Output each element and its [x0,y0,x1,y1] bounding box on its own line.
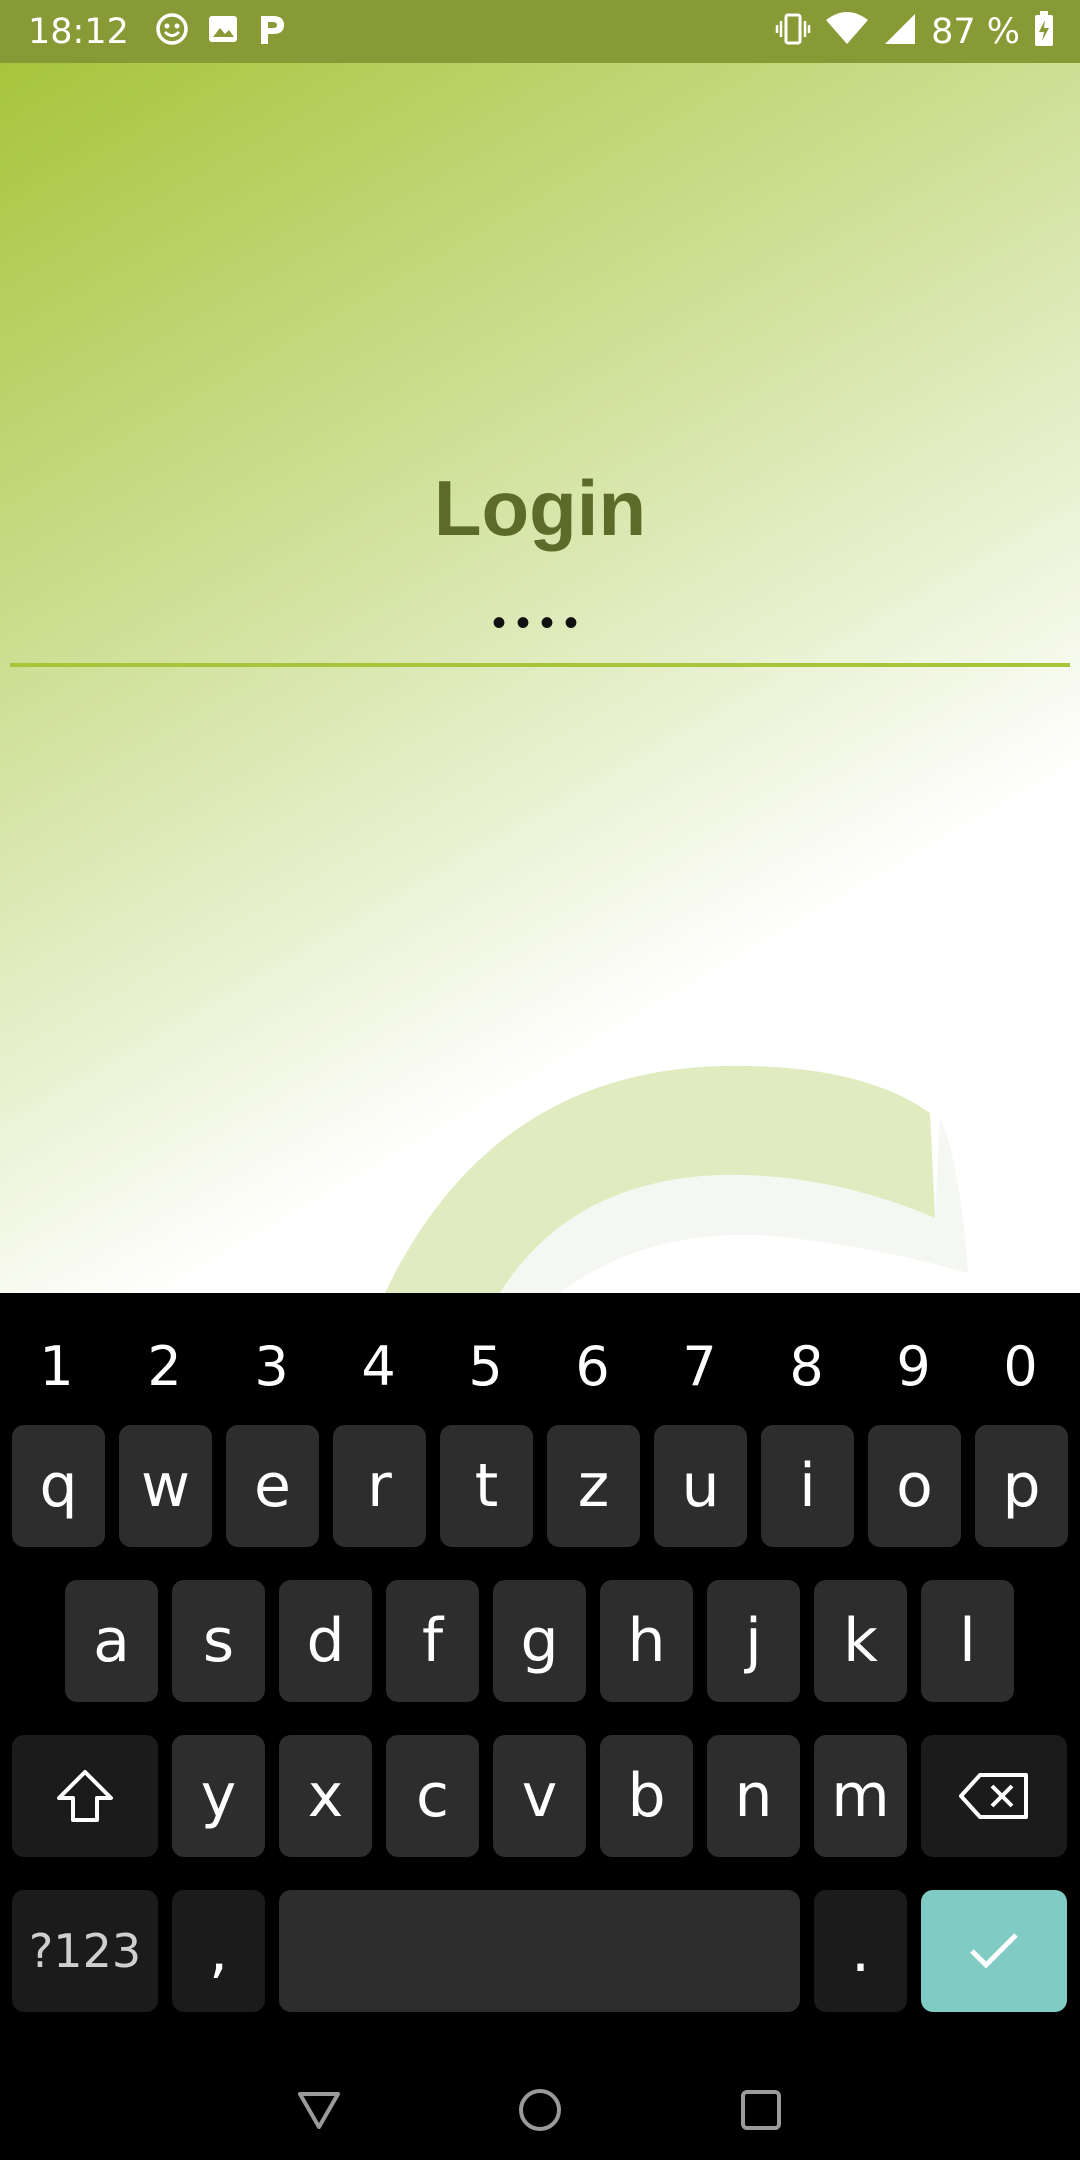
symbols-key[interactable]: ?123 [12,1890,158,2012]
key-v[interactable]: v [493,1735,586,1857]
key-1[interactable]: 1 [3,1321,110,1411]
key-w[interactable]: w [119,1425,212,1547]
key-b[interactable]: b [600,1735,693,1857]
background-arc-decoration [385,1065,968,1293]
shift-key[interactable] [12,1735,158,1857]
keyboard: 1 2 3 4 5 6 7 8 9 0 q w e r t z u i o p … [0,1293,1080,2050]
back-triangle-icon [298,2092,340,2129]
key-2[interactable]: 2 [111,1321,218,1411]
backspace-key[interactable] [921,1735,1067,1857]
key-c[interactable]: c [386,1735,479,1857]
key-g[interactable]: g [493,1580,586,1702]
wifi-icon [825,12,869,51]
key-z[interactable]: z [547,1425,640,1547]
space-key[interactable] [279,1890,800,2012]
key-4[interactable]: 4 [325,1321,432,1411]
key-7[interactable]: 7 [646,1321,753,1411]
key-t[interactable]: t [440,1425,533,1547]
backspace-icon [959,1773,1028,1819]
key-x[interactable]: x [279,1735,372,1857]
back-button[interactable] [279,2070,359,2150]
battery-percent: 87 % [931,11,1020,52]
navigation-bar [0,2050,1080,2160]
key-9[interactable]: 9 [860,1321,967,1411]
key-f[interactable]: f [386,1580,479,1702]
key-q[interactable]: q [12,1425,105,1547]
emoji-notification-icon [155,12,189,51]
key-h[interactable]: h [600,1580,693,1702]
home-button[interactable] [500,2070,580,2150]
key-u[interactable]: u [654,1425,747,1547]
recents-square-icon [741,2090,781,2130]
key-3[interactable]: 3 [218,1321,325,1411]
comma-key[interactable]: , [172,1890,265,2012]
key-6[interactable]: 6 [539,1321,646,1411]
key-m[interactable]: m [814,1735,907,1857]
key-n[interactable]: n [707,1735,800,1857]
key-5[interactable]: 5 [432,1321,539,1411]
p-notification-icon [257,12,287,51]
key-i[interactable]: i [761,1425,854,1547]
key-o[interactable]: o [868,1425,961,1547]
key-s[interactable]: s [172,1580,265,1702]
key-0[interactable]: 0 [967,1321,1074,1411]
key-j[interactable]: j [707,1580,800,1702]
key-e[interactable]: e [226,1425,319,1547]
key-a[interactable]: a [65,1580,158,1702]
recents-button[interactable] [721,2070,801,2150]
key-y[interactable]: y [172,1735,265,1857]
signal-icon [883,12,917,51]
status-time: 18:12 [28,11,129,52]
image-notification-icon [207,13,239,50]
shift-icon [57,1770,113,1822]
battery-charging-icon [1034,11,1054,52]
vibrate-icon [775,11,811,52]
key-8[interactable]: 8 [753,1321,860,1411]
key-l[interactable]: l [921,1580,1014,1702]
password-input[interactable] [10,583,1070,667]
key-r[interactable]: r [333,1425,426,1547]
period-key[interactable]: . [814,1890,907,2012]
login-screen: Login [0,63,1080,1293]
done-key[interactable] [921,1890,1067,2012]
key-d[interactable]: d [279,1580,372,1702]
checkmark-icon [970,1933,1018,1969]
home-circle-icon [519,2089,561,2131]
key-p[interactable]: p [975,1425,1068,1547]
status-bar: 18:12 87 % [0,0,1080,63]
key-k[interactable]: k [814,1580,907,1702]
login-title: Login [433,464,647,552]
